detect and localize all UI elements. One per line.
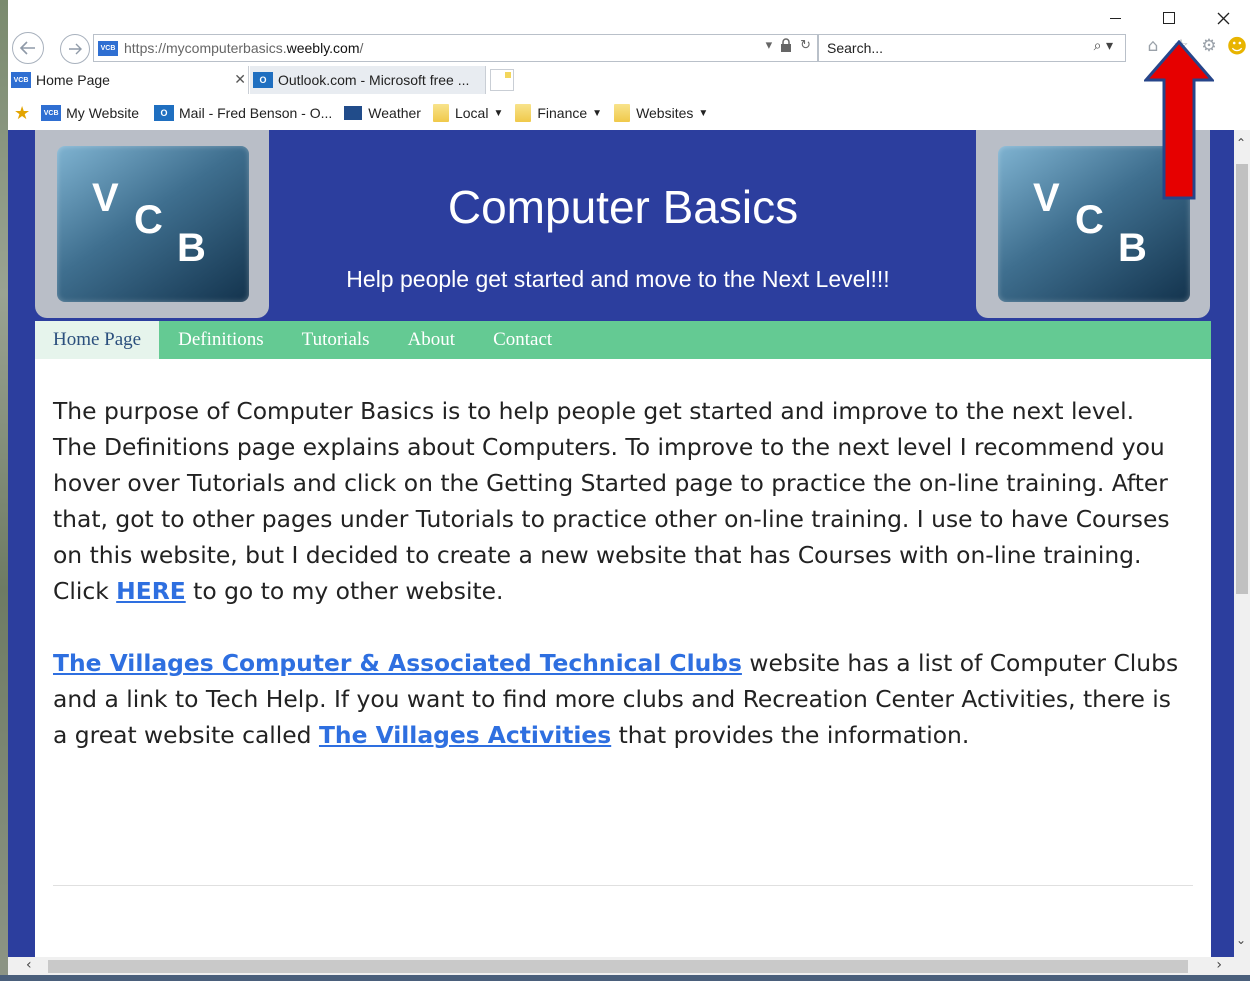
villages-clubs-link[interactable]: The Villages Computer & Associated Techn… [53,649,742,677]
clubs-paragraph: The Villages Computer & Associated Techn… [53,645,1183,753]
add-to-favorites-icon[interactable]: ★ [14,103,30,124]
nav-home-page[interactable]: Home Page [35,321,160,359]
logo-letter-b: B [1118,226,1147,270]
chevron-down-icon: ▼ [493,107,504,119]
chevron-down-icon: ▼ [592,107,603,119]
site-logo-left[interactable]: V C B [35,130,269,318]
back-button[interactable] [12,32,44,64]
vertical-scrollbar[interactable]: ⌃ ⌄ [1234,130,1250,957]
page-content: The purpose of Computer Basics is to hel… [35,359,1211,957]
feedback-smiley-icon[interactable]: ☻ [1227,34,1248,58]
desktop-background-strip [0,0,8,981]
window-caption-buttons [1088,0,1250,36]
site-header: V C B Computer Basics Help people get st… [8,130,1234,320]
vcb-logo-tile: V C B [57,146,249,302]
horizontal-scroll-thumb[interactable] [48,960,1188,973]
favorite-folder-finance[interactable]: Finance ▼ [515,104,602,122]
weather-favicon-icon [344,106,363,120]
tab-label: Home Page [36,72,110,88]
favorite-label: Websites [636,105,694,121]
page-viewport: V C B Computer Basics Help people get st… [8,130,1250,957]
close-icon [1217,12,1229,24]
logo-letter-v: V [92,176,119,220]
villages-activities-link[interactable]: The Villages Activities [319,721,611,749]
site-tagline: Help people get started and move to the … [346,266,890,292]
vcb-favicon-icon: VCB [11,72,31,88]
site-favicon-icon: VCB [98,40,118,56]
tab-label: Outlook.com - Microsoft free ... [278,72,470,88]
forward-arrow-icon [69,43,82,55]
favorite-weather[interactable]: Weather [344,105,421,121]
favorite-folder-local[interactable]: Local ▼ [432,104,504,122]
site-title: Computer Basics [447,181,799,233]
nav-about[interactable]: About [389,321,475,359]
lock-icon[interactable] [780,38,792,52]
folder-icon [614,104,631,122]
favorite-label: Finance [537,105,588,121]
outlook-favicon-icon: O [253,72,273,88]
scroll-right-icon[interactable]: › [1216,957,1222,973]
browser-window: VCB https://mycomputerbasics.weebly.com/… [8,0,1250,981]
favorite-my-website[interactable]: VCB My Website [38,105,139,121]
search-box[interactable]: Search... ⌕ ▾ [818,34,1126,62]
favorite-mail[interactable]: O Mail - Fred Benson - O... [151,105,332,121]
back-arrow-icon [19,41,35,55]
address-bar[interactable]: VCB https://mycomputerbasics.weebly.com/… [93,34,818,62]
taskbar-edge [0,975,1250,981]
folder-icon [515,104,532,122]
intro-paragraph: The purpose of Computer Basics is to hel… [53,393,1183,609]
maximize-button[interactable] [1142,0,1196,36]
outlook-favicon-icon: O [154,105,175,121]
logo-letter-c: C [1075,198,1104,242]
scroll-thumb[interactable] [1236,164,1248,594]
chevron-down-icon: ▼ [698,107,709,119]
intro-text-end: to go to my other website. [185,577,504,605]
tab-outlook[interactable]: O Outlook.com - Microsoft free ... [250,66,486,94]
tab-home-page[interactable]: VCB Home Page ✕ [8,66,249,94]
close-window-button[interactable] [1196,0,1250,36]
address-url[interactable]: https://mycomputerbasics.weebly.com/ [124,40,363,56]
intro-text: The purpose of Computer Basics is to hel… [53,397,1170,605]
favorite-folder-websites[interactable]: Websites ▼ [614,104,708,122]
logo-letter-c: C [134,198,163,242]
favorite-label: My Website [66,105,140,121]
favorite-label: Local [454,105,489,121]
refresh-icon[interactable]: ↻ [800,38,811,53]
site-nav-menu: Home Page Definitions Tutorials About Co… [35,321,1211,359]
search-input[interactable]: Search... [827,40,883,56]
tab-close-icon[interactable]: ✕ [234,71,246,88]
nav-contact[interactable]: Contact [474,321,571,359]
horizontal-scrollbar[interactable]: ‹ › [8,957,1250,975]
favorite-label: Mail - Fred Benson - O... [179,105,333,121]
scroll-down-icon[interactable]: ⌄ [1236,933,1246,947]
forward-button[interactable] [60,34,90,64]
favorites-bar: ★ VCB My Website O Mail - Fred Benson - … [8,98,1250,128]
content-divider [53,885,1193,886]
nav-tutorials[interactable]: Tutorials [283,321,389,359]
folder-icon [432,104,449,122]
here-link[interactable]: HERE [116,577,186,605]
scroll-left-icon[interactable]: ‹ [26,957,32,973]
tab-strip: VCB Home Page ✕ O Outlook.com - Microsof… [8,66,1250,94]
address-tools: ▾ ↻ [766,38,811,53]
scroll-up-icon[interactable]: ⌃ [1236,136,1246,150]
logo-letter-b: B [177,226,206,270]
search-icon[interactable]: ⌕ ▾ [1094,38,1113,54]
nav-definitions[interactable]: Definitions [159,321,283,359]
logo-letter-v: V [1033,176,1060,220]
minimize-button[interactable] [1088,0,1142,36]
dropdown-arrow-icon[interactable]: ▾ [766,38,773,53]
clubs-text-end: that provides the information. [611,721,970,749]
vcb-favicon-icon: VCB [41,105,62,121]
red-arrow-annotation-icon [1144,40,1214,200]
favorite-label: Weather [368,105,421,121]
new-tab-button[interactable] [490,69,514,91]
